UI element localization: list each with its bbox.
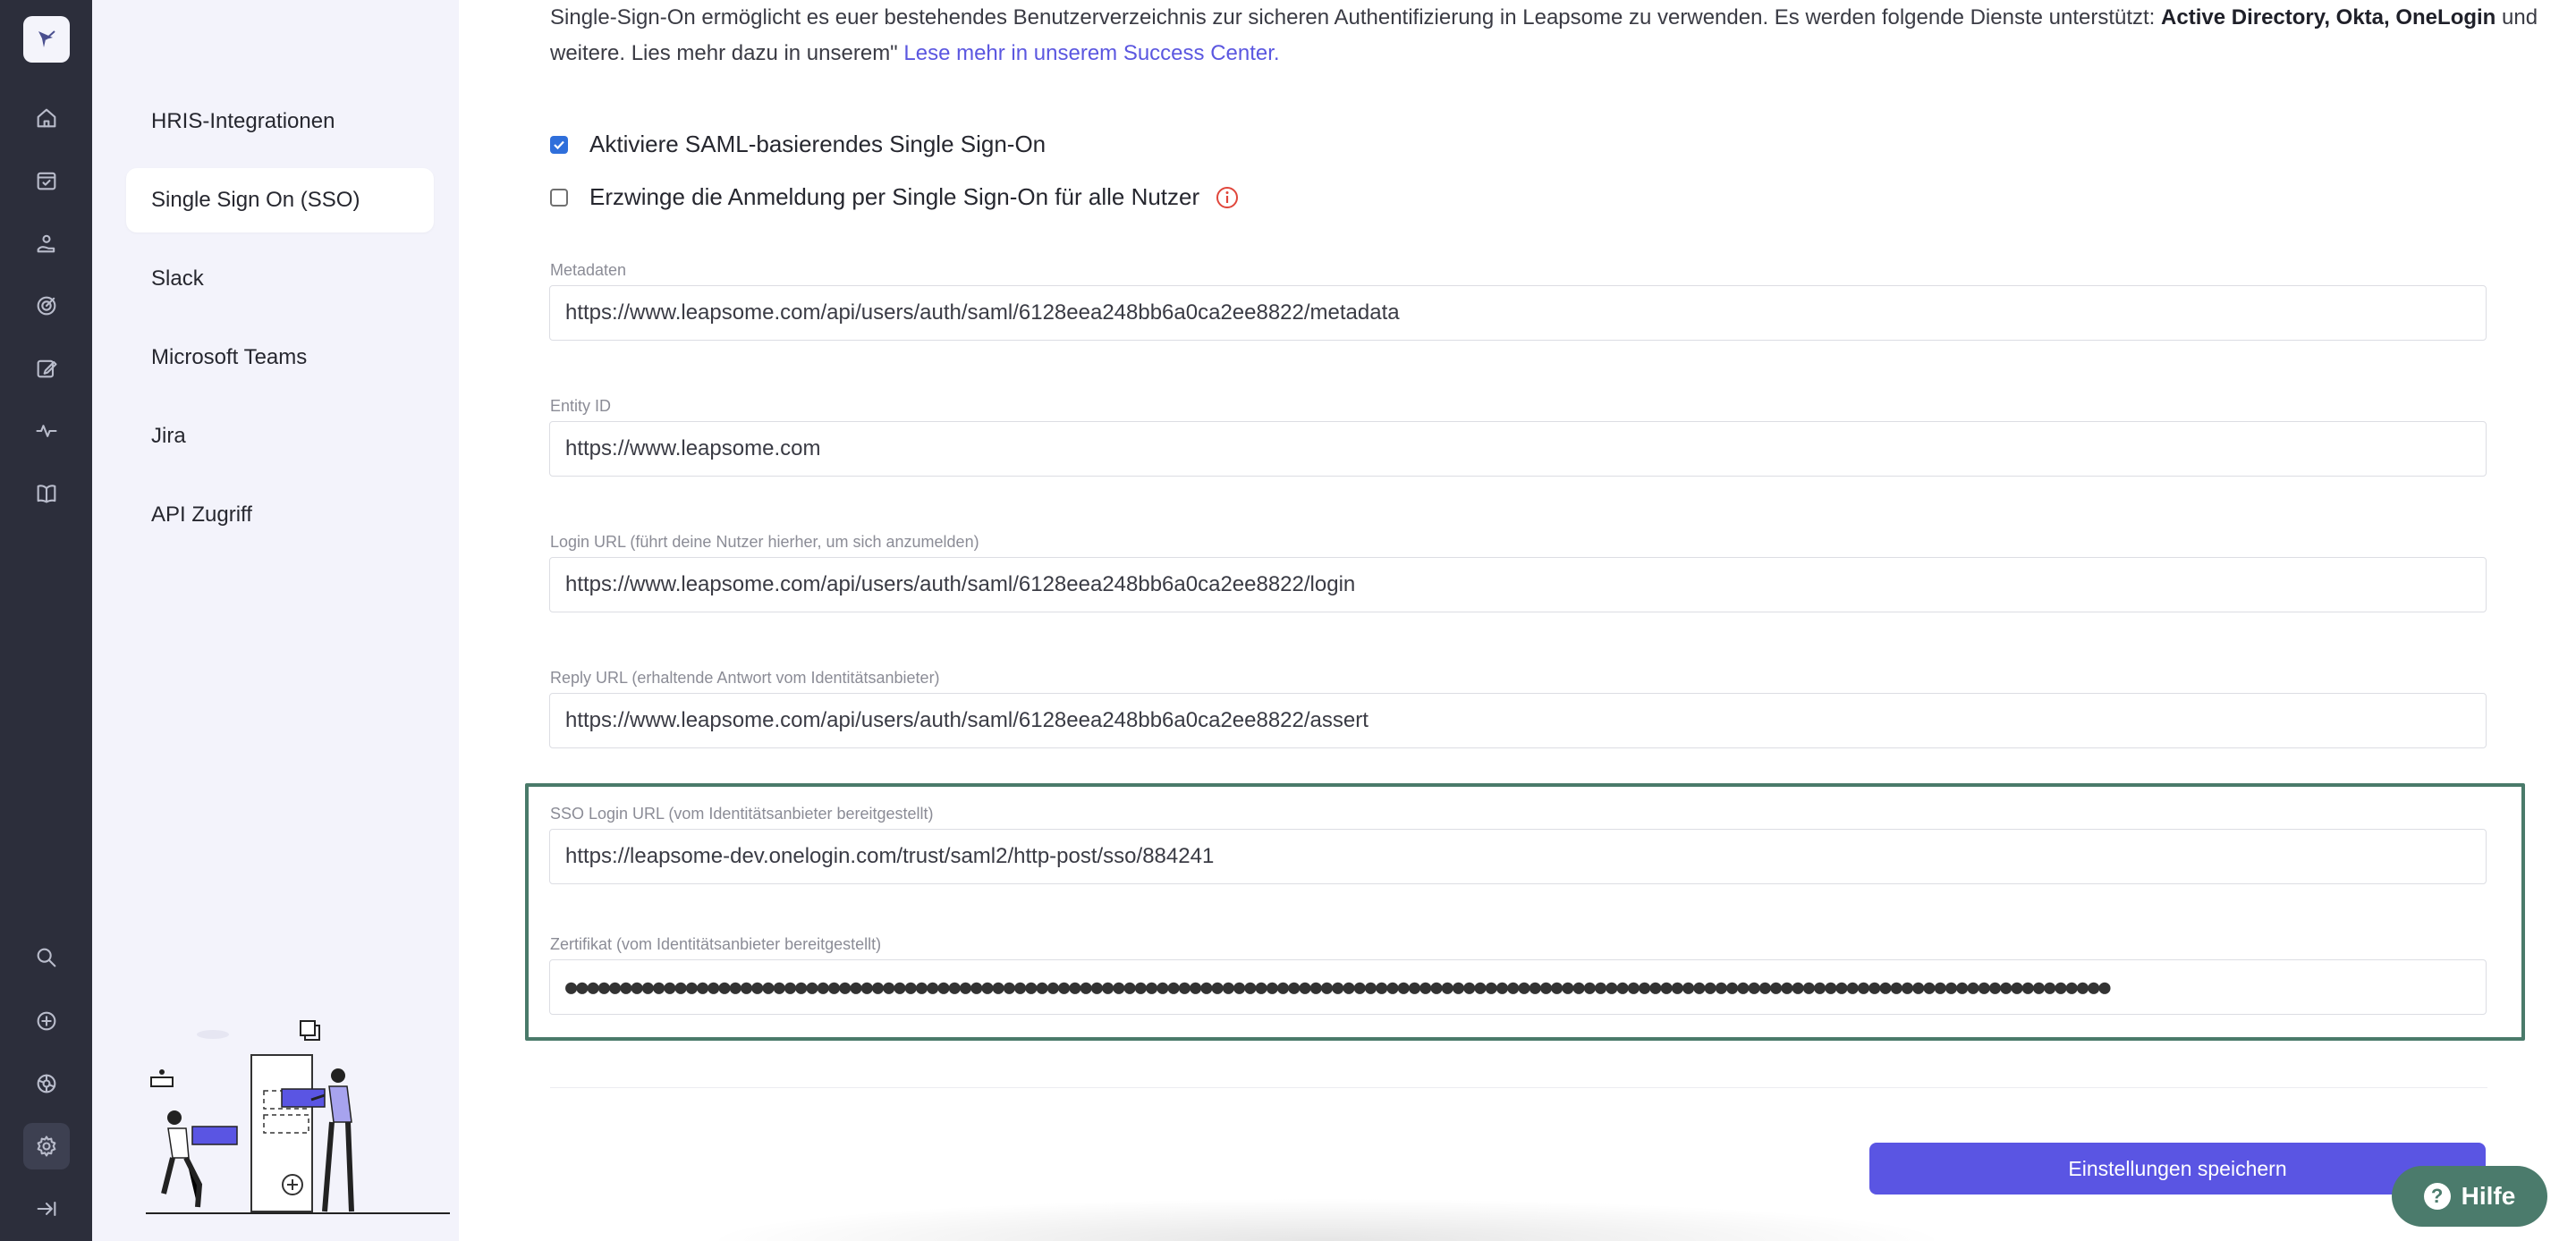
subnav-item-slack[interactable]: Slack (126, 247, 434, 311)
subnav-item-microsoft-teams[interactable]: Microsoft Teams (126, 325, 434, 390)
intro-text-before: Single-Sign-On ermöglicht es euer besteh… (550, 5, 2162, 30)
enforce-sso-checkbox[interactable] (550, 188, 568, 207)
login-url-field[interactable]: https://www.leapsome.com/api/users/auth/… (549, 557, 2487, 612)
plus-circle-icon[interactable] (23, 998, 70, 1044)
help-question-icon: ? (2423, 1183, 2451, 1210)
enforce-sso-label: Erzwinge die Anmeldung per Single Sign-O… (589, 183, 1200, 210)
certificate-field[interactable]: ●●●●●●●●●●●●●●●●●●●●●●●●●●●●●●●●●●●●●●●●… (549, 959, 2487, 1015)
success-center-link[interactable]: Lese mehr in unserem Success Center. (903, 41, 1279, 65)
sso-login-url-field[interactable]: https://leapsome-dev.onelogin.com/trust/… (549, 829, 2487, 884)
collapse-icon[interactable] (23, 1186, 70, 1232)
people-filing-illustration (146, 1020, 450, 1214)
help-button-label: Hilfe (2461, 1182, 2516, 1210)
book-icon[interactable] (23, 470, 70, 517)
intro-services: Active Directory, Okta, OneLogin (2161, 5, 2496, 30)
certificate-label: Zertifikat (vom Identitätsanbieter berei… (550, 935, 882, 953)
subnav-item-sso[interactable]: Single Sign On (SSO) (126, 168, 434, 232)
subnav-item-jira[interactable]: Jira (126, 404, 434, 469)
sso-settings-main: Single-Sign-On ermöglicht es euer besteh… (459, 0, 2576, 1241)
settings-subnav: HRIS-Integrationen Single Sign On (SSO) … (92, 0, 459, 1241)
enable-saml-label: Aktiviere SAML-basierendes Single Sign-O… (589, 131, 1046, 157)
info-icon[interactable] (1216, 186, 1239, 209)
section-divider (550, 1087, 2487, 1088)
calendar-check-icon[interactable] (23, 157, 70, 204)
reply-url-field[interactable]: https://www.leapsome.com/api/users/auth/… (549, 693, 2487, 748)
gear-icon[interactable] (23, 1123, 70, 1169)
edit-icon[interactable] (23, 345, 70, 392)
entity-id-label: Entity ID (550, 397, 612, 415)
enable-saml-option[interactable]: Aktiviere SAML-basierendes Single Sign-O… (550, 131, 1046, 158)
pulse-icon[interactable] (23, 408, 70, 454)
help-button[interactable]: ? Hilfe (2392, 1166, 2547, 1227)
entity-id-field[interactable]: https://www.leapsome.com (549, 421, 2487, 477)
subnav-item-hris[interactable]: HRIS-Integrationen (126, 89, 434, 154)
network-icon[interactable] (23, 1060, 70, 1107)
home-icon[interactable] (23, 95, 70, 141)
sso-login-url-label: SSO Login URL (vom Identitätsanbieter be… (550, 805, 934, 823)
search-icon[interactable] (23, 934, 70, 981)
bottom-shadow (700, 1198, 1953, 1241)
metadata-label: Metadaten (550, 261, 627, 279)
sso-intro-text: Single-Sign-On ermöglicht es euer besteh… (550, 0, 2545, 72)
user-hand-icon[interactable] (23, 220, 70, 266)
target-icon[interactable] (23, 283, 70, 329)
enable-saml-checkbox[interactable] (550, 135, 568, 154)
subnav-item-api-access[interactable]: API Zugriff (126, 483, 434, 547)
enforce-sso-option[interactable]: Erzwinge die Anmeldung per Single Sign-O… (550, 183, 1239, 211)
leapsome-logo-icon[interactable] (23, 16, 70, 63)
metadata-field[interactable]: https://www.leapsome.com/api/users/auth/… (549, 285, 2487, 341)
icon-rail (0, 0, 92, 1241)
reply-url-label: Reply URL (erhaltende Antwort vom Identi… (550, 669, 940, 687)
checkmark-icon (554, 140, 564, 149)
login-url-label: Login URL (führt deine Nutzer hierher, u… (550, 533, 979, 551)
